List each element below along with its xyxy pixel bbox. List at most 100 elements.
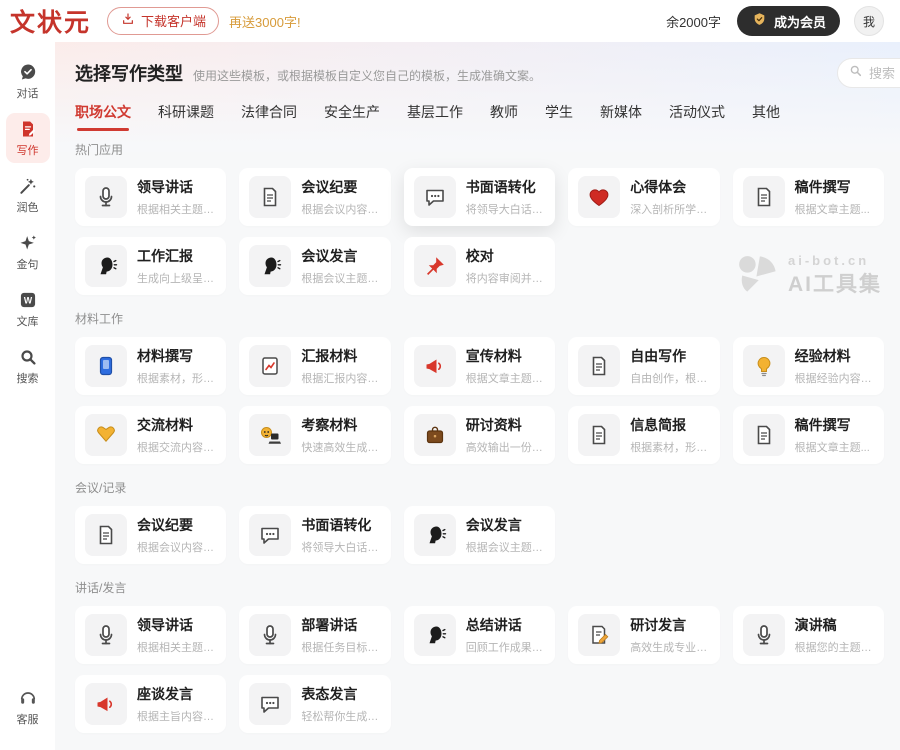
card-title: 部署讲话 — [301, 615, 380, 635]
card-经验材料[interactable]: 经验材料根据经验内容，... — [733, 337, 884, 395]
download-client-button[interactable]: 下载客户端 — [107, 7, 219, 35]
tab-新媒体[interactable]: 新媒体 — [600, 102, 642, 131]
become-member-button[interactable]: 成为会员 — [737, 6, 840, 36]
card-desc: 深入剖析所学所... — [630, 201, 709, 217]
card-自由写作[interactable]: 自由写作自由创作，根据... — [568, 337, 719, 395]
sidebar-item-polish[interactable]: 润色 — [6, 170, 50, 220]
card-title: 表态发言 — [301, 684, 380, 704]
card-稿件撰写[interactable]: 稿件撰写根据文章主题... — [733, 168, 884, 226]
card-演讲稿[interactable]: 演讲稿根据您的主题和... — [733, 606, 884, 664]
sidebar-item-label: 金句 — [17, 256, 39, 272]
speak-icon — [423, 623, 447, 647]
card-书面语转化[interactable]: 书面语转化将领导大白话转... — [239, 506, 390, 564]
tab-职场公文[interactable]: 职场公文 — [75, 102, 131, 131]
bubble-icon — [258, 523, 282, 547]
card-title: 研讨资料 — [466, 415, 545, 435]
sidebar-item-write[interactable]: 写作 — [6, 113, 50, 163]
card-title: 领导讲话 — [137, 615, 216, 635]
download-icon — [120, 11, 136, 27]
card-title: 考察材料 — [301, 415, 380, 435]
card-icon-tile — [743, 614, 785, 656]
card-title: 研讨发言 — [630, 615, 709, 635]
card-title: 总结讲话 — [466, 615, 545, 635]
card-材料撰写[interactable]: 材料撰写根据素材，形成... — [75, 337, 226, 395]
card-icon-tile — [85, 245, 127, 287]
card-稿件撰写[interactable]: 稿件撰写根据文章主题... — [733, 406, 884, 464]
card-desc: 根据素材，形成... — [630, 439, 709, 455]
card-desc: 根据主旨内容，... — [137, 708, 216, 724]
sidebar-item-label: 文库 — [17, 313, 39, 329]
card-desc: 根据文章主题... — [795, 439, 870, 455]
tab-安全生产[interactable]: 安全生产 — [324, 102, 380, 131]
card-表态发言[interactable]: 表态发言轻松帮你生成表... — [239, 675, 390, 733]
tab-基层工作[interactable]: 基层工作 — [407, 102, 463, 131]
tab-科研课题[interactable]: 科研课题 — [158, 102, 214, 131]
card-领导讲话[interactable]: 领导讲话根据相关主题及... — [75, 606, 226, 664]
card-icon-tile — [414, 414, 456, 456]
card-领导讲话[interactable]: 领导讲话根据相关主题及... — [75, 168, 226, 226]
sidebar-item-library[interactable]: W文库 — [6, 284, 50, 334]
sections: 热门应用领导讲话根据相关主题及...会议纪要根据会议内容，...书面语转化将领导… — [75, 141, 884, 733]
mic-icon — [94, 623, 118, 647]
card-icon-tile — [743, 176, 785, 218]
bubble-icon — [423, 185, 447, 209]
avatar[interactable]: 我 — [854, 6, 884, 36]
card-会议纪要[interactable]: 会议纪要根据会议内容，... — [239, 168, 390, 226]
doc-icon — [587, 354, 611, 378]
sidebar-item-headset[interactable]: 客服 — [6, 682, 50, 732]
card-title: 经验材料 — [795, 346, 874, 366]
card-title: 校对 — [466, 246, 545, 266]
card-会议发言[interactable]: 会议发言根据会议主题和... — [404, 506, 555, 564]
card-icon-tile — [85, 414, 127, 456]
person-laptop-icon — [258, 423, 282, 447]
sidebar-item-label: 润色 — [17, 199, 39, 215]
card-title: 工作汇报 — [137, 246, 216, 266]
card-考察材料[interactable]: 考察材料快速高效生成党... — [239, 406, 390, 464]
card-title: 座谈发言 — [137, 684, 216, 704]
card-汇报材料[interactable]: 汇报材料根据汇报内容，... — [239, 337, 390, 395]
tab-活动仪式[interactable]: 活动仪式 — [669, 102, 725, 131]
card-title: 会议纪要 — [301, 177, 380, 197]
card-icon-tile — [85, 683, 127, 725]
search-box[interactable] — [837, 58, 900, 88]
card-会议纪要[interactable]: 会议纪要根据会议内容，... — [75, 506, 226, 564]
card-心得体会[interactable]: 心得体会深入剖析所学所... — [568, 168, 719, 226]
sidebar-item-chat[interactable]: 对话 — [6, 56, 50, 106]
card-title: 稿件撰写 — [795, 177, 870, 197]
tab-学生[interactable]: 学生 — [545, 102, 573, 131]
card-title: 稿件撰写 — [795, 415, 870, 435]
card-desc: 根据会议内容，... — [301, 201, 380, 217]
card-研讨发言[interactable]: 研讨发言高效生成专业研... — [568, 606, 719, 664]
card-desc: 将内容审阅并提... — [466, 270, 545, 286]
card-信息简报[interactable]: 信息简报根据素材，形成... — [568, 406, 719, 464]
card-icon-tile — [85, 614, 127, 656]
quote-icon — [18, 233, 38, 253]
tab-法律合同[interactable]: 法律合同 — [241, 102, 297, 131]
card-desc: 根据汇报内容，... — [301, 370, 380, 386]
card-宣传材料[interactable]: 宣传材料根据文章主题和... — [404, 337, 555, 395]
card-desc: 根据交流内容，... — [137, 439, 216, 455]
card-会议发言[interactable]: 会议发言根据会议主题和... — [239, 237, 390, 295]
card-座谈发言[interactable]: 座谈发言根据主旨内容，... — [75, 675, 226, 733]
doc-pencil-icon — [587, 623, 611, 647]
card-校对[interactable]: 校对将内容审阅并提... — [404, 237, 555, 295]
card-icon-tile — [414, 176, 456, 218]
card-title: 会议纪要 — [137, 515, 216, 535]
card-交流材料[interactable]: 交流材料根据交流内容，... — [75, 406, 226, 464]
card-title: 汇报材料 — [301, 346, 380, 366]
card-总结讲话[interactable]: 总结讲话回顾工作成果，... — [404, 606, 555, 664]
tab-教师[interactable]: 教师 — [490, 102, 518, 131]
page-title: 选择写作类型 — [75, 60, 183, 86]
card-研讨资料[interactable]: 研讨资料高效输出一份研... — [404, 406, 555, 464]
card-工作汇报[interactable]: 工作汇报生成向上级呈现... — [75, 237, 226, 295]
card-书面语转化[interactable]: 书面语转化将领导大白话转... — [404, 168, 555, 226]
sidebar-item-quote[interactable]: 金句 — [6, 227, 50, 277]
sidebar-item-search[interactable]: 搜索 — [6, 341, 50, 391]
card-icon-tile — [85, 176, 127, 218]
tab-其他[interactable]: 其他 — [752, 102, 780, 131]
mic-icon — [258, 623, 282, 647]
search-icon — [848, 63, 863, 83]
card-title: 演讲稿 — [795, 615, 874, 635]
search-input[interactable] — [869, 66, 900, 81]
card-部署讲话[interactable]: 部署讲话根据任务目标，... — [239, 606, 390, 664]
